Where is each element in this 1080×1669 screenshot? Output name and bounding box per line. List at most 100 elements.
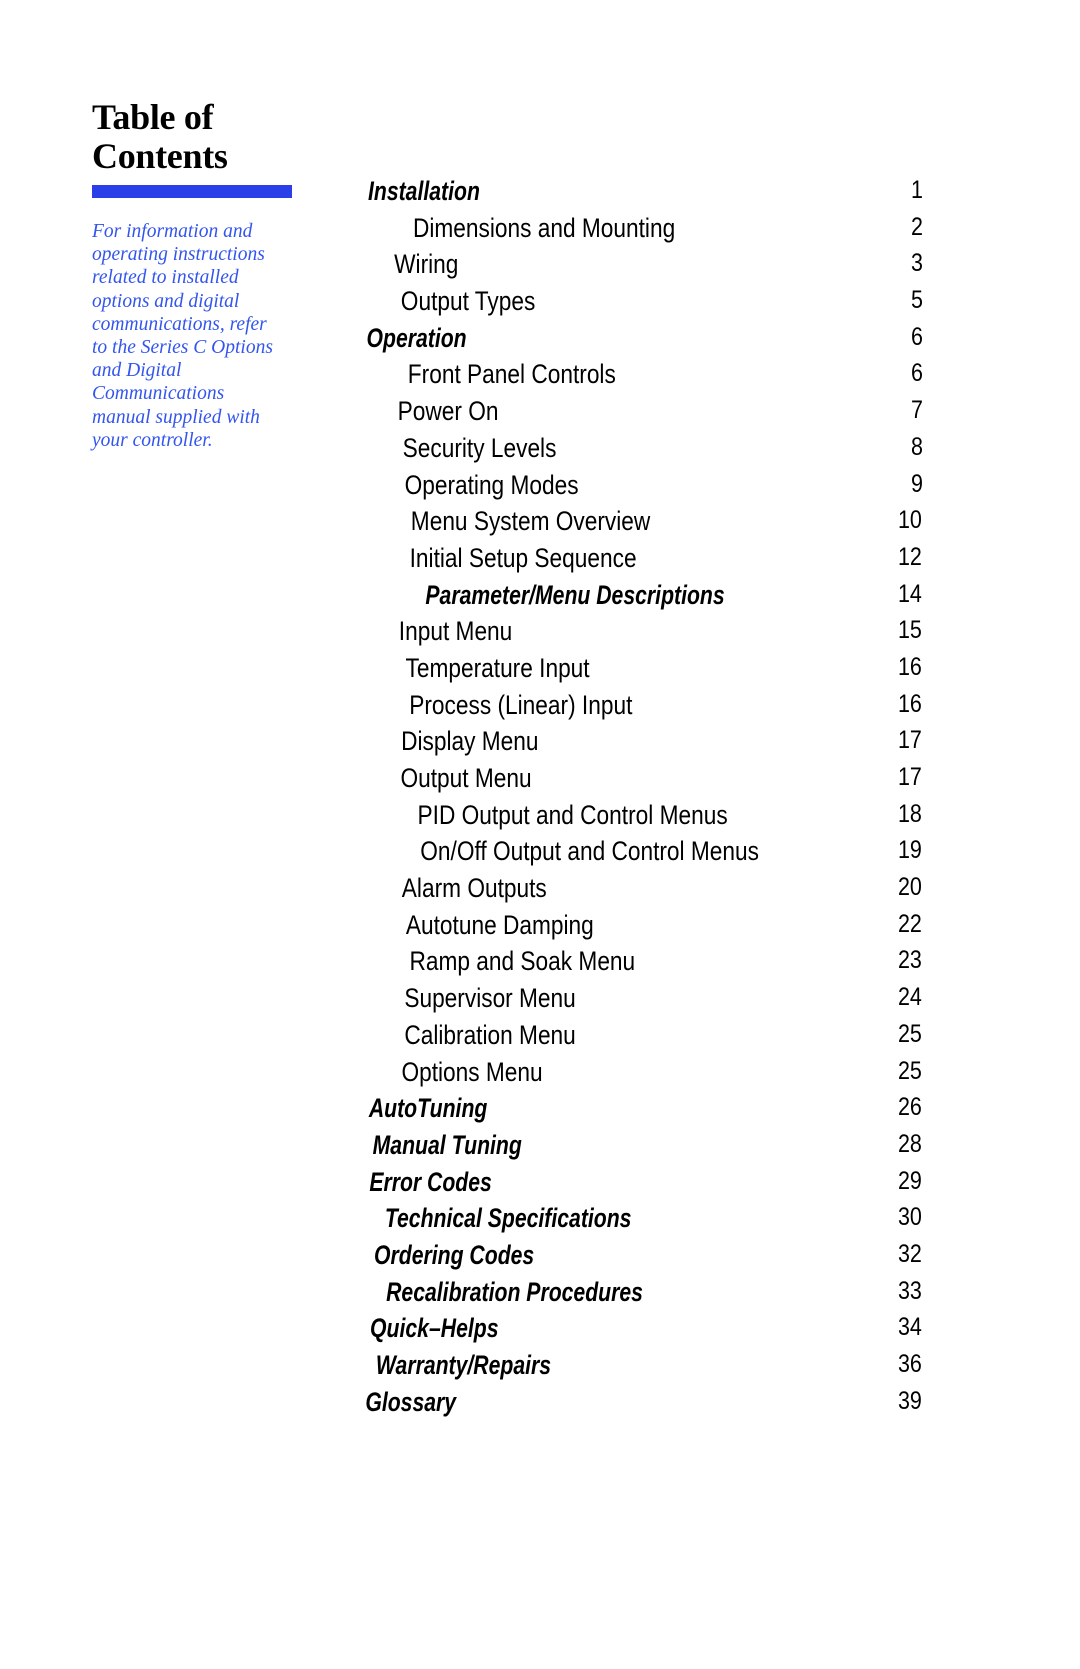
- toc-entry[interactable]: Recalibration Procedures 33: [354, 1277, 924, 1314]
- toc-entry[interactable]: Menu System Overview 10: [354, 506, 924, 543]
- toc-entry[interactable]: Ramp and Soak Menu 23: [354, 946, 924, 983]
- toc-entry[interactable]: Operation 6: [354, 323, 924, 360]
- toc-entry-page-number: 36: [898, 1350, 923, 1378]
- toc-entry-label: Dimensions and Mounting: [412, 212, 676, 243]
- toc-entry-page-number: 20: [898, 873, 923, 902]
- toc-entry-page-number: 1: [911, 176, 924, 204]
- toc-entry[interactable]: Process (Linear) Input 16: [354, 690, 924, 727]
- toc-entry-label: Operating Modes: [404, 469, 579, 500]
- toc-entry[interactable]: Security Levels 8: [354, 433, 924, 470]
- toc-entry-page-number: 24: [898, 983, 923, 1012]
- toc-entry-label: Alarm Outputs: [401, 873, 547, 904]
- toc-entry[interactable]: Temperature Input 16: [354, 653, 924, 690]
- toc-entry[interactable]: Calibration Menu 25: [354, 1020, 924, 1057]
- toc-entry-page-number: 14: [898, 579, 923, 608]
- toc-entry[interactable]: Input Menu 15: [354, 616, 924, 653]
- page-title: Table of Contents: [92, 98, 297, 176]
- toc-entry[interactable]: Ordering Codes 32: [354, 1240, 924, 1277]
- toc-entry-page-number: 19: [898, 836, 923, 865]
- toc-entry-page-number: 23: [898, 946, 923, 975]
- toc-entry[interactable]: Warranty/Repairs 36: [354, 1350, 924, 1387]
- sidebar: Table of Contents For information and op…: [92, 98, 297, 452]
- toc-entry-label: Output Types: [400, 286, 536, 317]
- toc-entry-page-number: 10: [898, 506, 923, 535]
- toc-entry-label: Input Menu: [398, 616, 513, 647]
- toc-entry-label: Display Menu: [401, 726, 539, 757]
- toc-entry-page-number: 17: [898, 763, 923, 791]
- toc-entry-label: Recalibration Procedures: [386, 1276, 643, 1307]
- toc-entry-page-number: 17: [898, 726, 923, 755]
- toc-entry-page-number: 8: [911, 432, 924, 461]
- toc-entry[interactable]: Options Menu 25: [354, 1057, 924, 1094]
- toc-entry-label: Menu System Overview: [410, 506, 651, 537]
- toc-entry[interactable]: On/Off Output and Control Menus 19: [354, 836, 924, 873]
- toc-entry[interactable]: Autotune Damping 22: [354, 910, 924, 947]
- toc-entry-label: Autotune Damping: [405, 909, 594, 940]
- toc-entry-page-number: 25: [898, 1019, 923, 1048]
- toc-entry-page-number: 9: [911, 469, 924, 498]
- toc-entry-label: Initial Setup Sequence: [409, 542, 637, 573]
- toc-entry[interactable]: AutoTuning 26: [354, 1093, 924, 1130]
- toc-entry-label: Security Levels: [402, 432, 557, 463]
- toc-entry-label: Operation: [366, 322, 467, 353]
- toc-entry-label: Options Menu: [401, 1056, 543, 1087]
- toc-entry-label: Glossary: [365, 1386, 457, 1417]
- toc-entry[interactable]: Operating Modes 9: [354, 470, 924, 507]
- toc-entry[interactable]: Dimensions and Mounting 2: [354, 213, 924, 250]
- toc-entry[interactable]: Quick–Helps 34: [354, 1313, 924, 1350]
- toc-entry-page-number: 26: [898, 1093, 923, 1122]
- page-title-line-2: Contents: [92, 136, 228, 176]
- toc-entry[interactable]: PID Output and Control Menus 18: [354, 800, 924, 837]
- toc-entry-label: Quick–Helps: [370, 1313, 499, 1344]
- toc-entry-page-number: 28: [898, 1129, 923, 1158]
- toc-entry-label: Technical Specifications: [384, 1203, 632, 1234]
- title-accent-rule: [92, 185, 292, 198]
- toc-entry-label: Parameter/Menu Descriptions: [425, 579, 725, 610]
- toc-entry[interactable]: Supervisor Menu 24: [354, 983, 924, 1020]
- table-of-contents-list: Installation 1 Dimensions and Mounting 2 Wir…: [354, 176, 924, 1423]
- toc-entry-label: Manual Tuning: [372, 1129, 522, 1160]
- toc-entry-page-number: 29: [898, 1166, 923, 1195]
- toc-entry-label: Temperature Input: [405, 652, 590, 683]
- toc-entry-label: AutoTuning: [368, 1093, 488, 1124]
- toc-entry-label: Power On: [397, 396, 499, 427]
- toc-entry-page-number: 6: [911, 359, 924, 388]
- toc-entry[interactable]: Front Panel Controls 6: [354, 359, 924, 396]
- toc-entry[interactable]: Display Menu 17: [354, 726, 924, 763]
- toc-entry-label: Error Codes: [369, 1166, 492, 1197]
- toc-entry-page-number: 33: [898, 1276, 923, 1305]
- toc-entry[interactable]: Manual Tuning 28: [354, 1130, 924, 1167]
- toc-entry-label: Installation: [367, 176, 480, 206]
- toc-entry-page-number: 25: [898, 1056, 923, 1085]
- toc-entry-page-number: 6: [911, 322, 924, 351]
- toc-entry-label: PID Output and Control Menus: [417, 799, 728, 830]
- toc-entry-page-number: 3: [911, 249, 924, 278]
- toc-entry[interactable]: Output Types 5: [354, 286, 924, 323]
- toc-entry-page-number: 39: [898, 1386, 923, 1415]
- toc-entry[interactable]: Initial Setup Sequence 12: [354, 543, 924, 580]
- toc-entry[interactable]: Alarm Outputs 20: [354, 873, 924, 910]
- toc-entry-page-number: 32: [898, 1239, 923, 1268]
- toc-entry-label: Supervisor Menu: [404, 983, 576, 1014]
- toc-entry[interactable]: Wiring 3: [354, 249, 924, 286]
- toc-entry-label: Front Panel Controls: [407, 359, 616, 390]
- toc-entry-label: Wiring: [394, 249, 459, 280]
- toc-entry[interactable]: Technical Specifications 30: [354, 1203, 924, 1240]
- toc-entry-label: Ramp and Soak Menu: [409, 946, 636, 977]
- toc-entry[interactable]: Error Codes 29: [354, 1167, 924, 1204]
- toc-entry[interactable]: Glossary 39: [354, 1387, 924, 1424]
- toc-entry-label: Warranty/Repairs: [375, 1350, 552, 1380]
- toc-entry-page-number: 22: [898, 909, 923, 938]
- toc-entry-label: Output Menu: [400, 763, 532, 793]
- toc-entry-page-number: 7: [911, 396, 924, 425]
- toc-entry-page-number: 15: [898, 616, 923, 645]
- toc-entry[interactable]: Power On 7: [354, 396, 924, 433]
- toc-entry[interactable]: Output Menu 17: [354, 763, 924, 800]
- page-title-line-1: Table of: [92, 97, 214, 137]
- toc-entry[interactable]: Installation 1: [354, 176, 924, 213]
- toc-entry-label: Calibration Menu: [404, 1019, 576, 1050]
- toc-entry-page-number: 34: [898, 1313, 923, 1342]
- toc-entry-page-number: 30: [898, 1203, 923, 1232]
- toc-entry-page-number: 16: [898, 652, 923, 681]
- toc-entry[interactable]: Parameter/Menu Descriptions 14: [354, 580, 924, 617]
